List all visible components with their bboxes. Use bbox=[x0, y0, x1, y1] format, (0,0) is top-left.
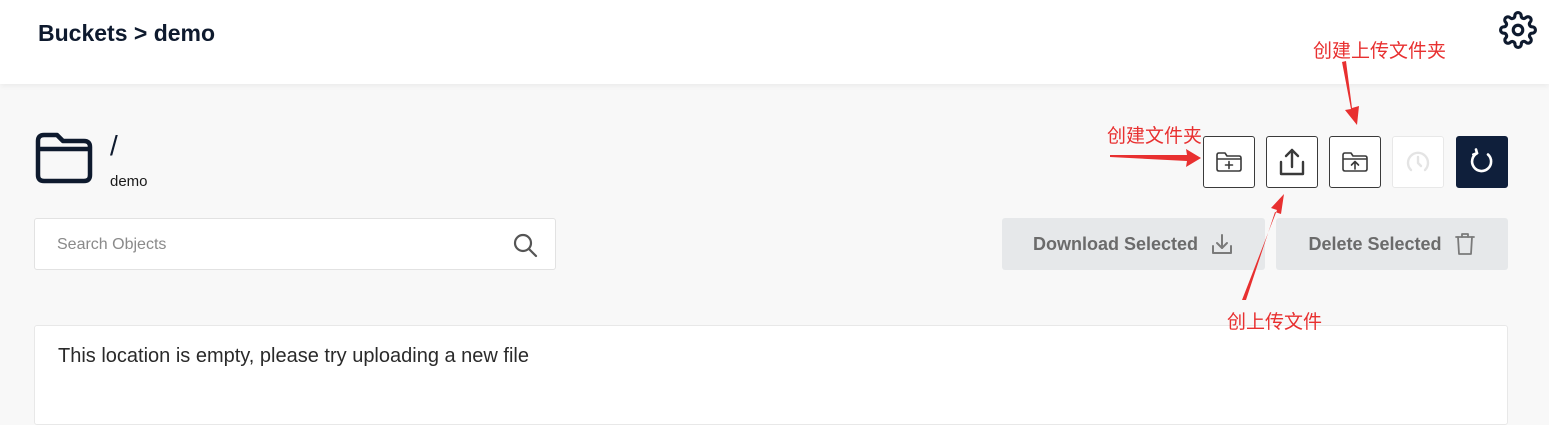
refresh-icon bbox=[1470, 148, 1493, 173]
upload-icon bbox=[1279, 148, 1305, 176]
folder-plus-icon bbox=[1216, 152, 1242, 172]
delete-selected-button[interactable]: Delete Selected bbox=[1276, 218, 1508, 270]
objects-panel: This location is empty, please try uploa… bbox=[34, 325, 1508, 425]
bucket-name: demo bbox=[110, 173, 148, 190]
annotation-create-folder: 创建文件夹 bbox=[1107, 126, 1203, 147]
annotation-upload-file: 创上传文件 bbox=[1227, 312, 1323, 333]
download-selected-label: Download Selected bbox=[1032, 233, 1199, 254]
arrow-create-folder bbox=[1110, 149, 1201, 167]
breadcrumb[interactable]: Buckets > demo bbox=[38, 20, 215, 47]
search-input[interactable] bbox=[35, 219, 519, 271]
gear-icon[interactable] bbox=[1499, 11, 1537, 49]
folder-upload-icon bbox=[1342, 152, 1368, 172]
rewind-button[interactable] bbox=[1392, 136, 1444, 188]
upload-file-button[interactable] bbox=[1266, 136, 1318, 188]
empty-message: This location is empty, please try uploa… bbox=[58, 345, 529, 367]
folder-icon bbox=[35, 132, 93, 184]
upload-folder-button[interactable] bbox=[1329, 136, 1381, 188]
refresh-button[interactable] bbox=[1456, 136, 1508, 188]
current-path: / bbox=[110, 130, 118, 161]
history-icon bbox=[1406, 151, 1430, 172]
delete-selected-label: Delete Selected bbox=[1308, 233, 1442, 254]
search-box bbox=[34, 218, 556, 271]
trash-icon bbox=[1454, 233, 1475, 255]
search-icon[interactable] bbox=[512, 232, 538, 258]
annotation-upload-folder: 创建上传文件夹 bbox=[1313, 41, 1447, 62]
create-folder-button[interactable] bbox=[1203, 136, 1255, 188]
download-icon bbox=[1212, 234, 1233, 254]
download-selected-button[interactable]: Download Selected bbox=[1002, 218, 1265, 270]
